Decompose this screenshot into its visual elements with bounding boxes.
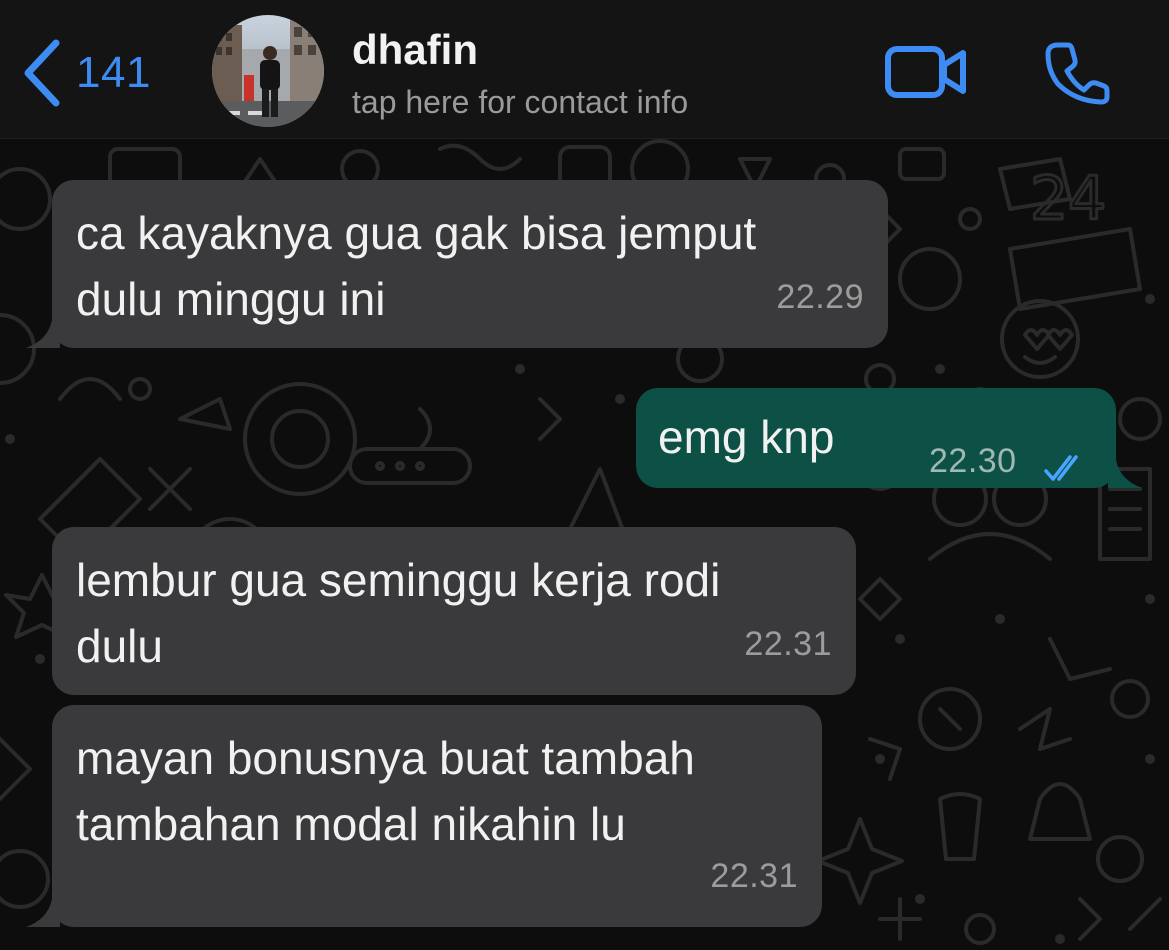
video-camera-icon [884, 46, 968, 104]
message-text: lembur gua seminggu kerja rodi [76, 554, 721, 606]
message-list[interactable]: 24 ca kayaknya gua gak bisa jemput dulu … [0, 139, 1169, 950]
contact-subtitle: tap here for contact info [352, 84, 689, 120]
chat-header: 141 dhafin tap here for contact info [0, 0, 1169, 139]
message-text: dulu minggu ini [76, 273, 386, 325]
chevron-left-icon [22, 39, 62, 107]
message-time: 22.31 [710, 857, 798, 895]
message-text: mayan bonusnya buat tambah [76, 732, 695, 784]
chat-screen: 141 dhafin tap here for contact info 24 … [0, 0, 1169, 950]
message-time: 22.30 [929, 442, 1017, 480]
read-receipt-icon [1042, 434, 1090, 500]
message-text: emg knp [658, 411, 835, 463]
svg-text:24: 24 [1030, 164, 1106, 234]
message-text: ca kayaknya gua gak bisa jemput [76, 207, 757, 259]
message-text: tambahan modal nikahin lu [76, 798, 626, 850]
message-text: dulu [76, 620, 163, 672]
bubble-tail [1108, 460, 1142, 488]
bubble-tail [26, 899, 60, 927]
back-button[interactable]: 141 [22, 38, 151, 108]
avatar[interactable] [212, 15, 324, 127]
message-time: 22.31 [744, 625, 832, 663]
message-bubble-incoming[interactable]: ca kayaknya gua gak bisa jemput dulu min… [26, 180, 888, 348]
message-time: 22.29 [776, 278, 864, 316]
message-bubble-incoming[interactable]: mayan bonusnya buat tambah tambahan moda… [26, 705, 822, 927]
message-bubble-incoming[interactable]: lembur gua seminggu kerja rodi dulu 22.3… [52, 527, 856, 695]
bubble-tail [26, 320, 60, 348]
voice-call-button[interactable] [1044, 40, 1110, 111]
phone-icon [1044, 42, 1110, 110]
video-call-button[interactable] [884, 44, 968, 105]
message-bubble-outgoing[interactable]: emg knp 22.30 [636, 388, 1142, 488]
unread-count: 141 [76, 48, 151, 97]
contact-info[interactable]: dhafin tap here for contact info [352, 24, 688, 126]
contact-name: dhafin [352, 26, 478, 73]
